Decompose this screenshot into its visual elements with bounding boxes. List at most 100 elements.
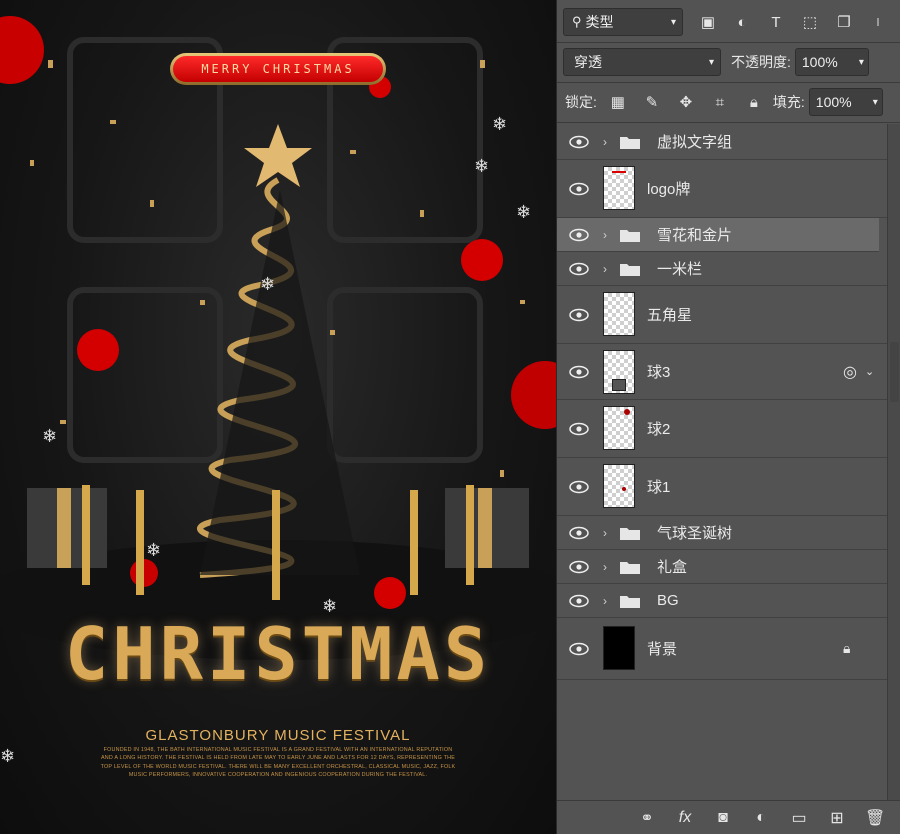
chevron-right-icon[interactable]: › bbox=[603, 594, 607, 608]
link-layers-icon[interactable]: ⚭ bbox=[637, 808, 657, 828]
layer-row[interactable]: 球1 bbox=[557, 458, 887, 516]
chevron-right-icon[interactable]: › bbox=[603, 262, 607, 276]
chevron-down-icon: ▾ bbox=[858, 56, 864, 68]
svg-text:❄: ❄ bbox=[146, 540, 161, 561]
lock-icon: 🔒︎ bbox=[843, 640, 851, 656]
eye-icon[interactable] bbox=[569, 365, 589, 379]
chevron-down-icon: ▾ bbox=[708, 56, 714, 68]
layer-name: 气球圣诞树 bbox=[657, 525, 733, 542]
layer-row[interactable]: › 虚拟文字组 bbox=[557, 124, 887, 160]
layer-row[interactable]: 五角星 bbox=[557, 286, 887, 344]
layer-thumbnail bbox=[603, 350, 635, 394]
svg-text:❄: ❄ bbox=[0, 746, 15, 767]
new-group-icon[interactable]: ▭ bbox=[789, 808, 809, 828]
layer-row[interactable]: 球3 ◎ ⌄ bbox=[557, 344, 887, 400]
layer-name: 球1 bbox=[647, 479, 671, 496]
layer-filter-value: 类型 bbox=[585, 14, 614, 30]
svg-text:❄: ❄ bbox=[260, 274, 275, 295]
layer-thumbnail bbox=[603, 166, 635, 210]
layers-footer: ⚭ fx ◙ ◐ ▭ ⊞ 🗑︎ bbox=[557, 800, 900, 834]
layer-row[interactable]: › BG bbox=[557, 584, 887, 618]
lock-artboard-icon[interactable]: ⌗ bbox=[709, 91, 731, 113]
layer-row[interactable]: › 礼盒 bbox=[557, 550, 887, 584]
layer-row-selected[interactable]: › 雪花和金片 bbox=[557, 218, 879, 252]
chevron-down-icon[interactable]: ⌄ bbox=[865, 365, 874, 378]
chevron-down-icon: ▾ bbox=[670, 16, 676, 28]
poster-artwork: ❄❄❄ ❄❄❄ ❄❄ bbox=[0, 16, 556, 767]
add-mask-icon[interactable]: ◙ bbox=[713, 809, 733, 827]
lock-pixels-icon[interactable]: ✎ bbox=[641, 91, 663, 113]
link-layer-icon[interactable]: ◎ bbox=[843, 362, 857, 382]
layer-row[interactable]: 球2 bbox=[557, 400, 887, 458]
eye-icon[interactable] bbox=[569, 308, 589, 322]
blend-mode-select[interactable]: 穿透 ▾ bbox=[563, 48, 721, 76]
layer-filter-select[interactable]: ⚲ 类型 ▾ bbox=[563, 8, 683, 36]
folder-icon bbox=[620, 229, 640, 242]
layer-name: 背景 bbox=[647, 641, 678, 658]
layer-row[interactable]: logo牌 bbox=[557, 160, 887, 218]
opacity-value: 100% bbox=[801, 54, 838, 70]
eye-icon[interactable] bbox=[569, 560, 589, 574]
svg-text:❄: ❄ bbox=[516, 202, 531, 223]
eye-icon[interactable] bbox=[569, 422, 589, 436]
layer-thumbnail bbox=[603, 292, 635, 336]
new-layer-icon[interactable]: ⊞ bbox=[827, 808, 847, 828]
lock-all-icon[interactable]: 🔒︎ bbox=[743, 91, 765, 113]
svg-text:❄: ❄ bbox=[492, 114, 507, 135]
svg-text:❄: ❄ bbox=[474, 156, 489, 177]
lock-transparency-icon[interactable]: ▦ bbox=[607, 91, 629, 113]
layer-name: 球3 bbox=[647, 364, 671, 381]
folder-icon bbox=[620, 263, 640, 276]
eye-icon[interactable] bbox=[569, 135, 589, 149]
lock-label: 锁定: bbox=[565, 94, 597, 110]
eye-icon[interactable] bbox=[569, 228, 589, 242]
layer-thumbnail bbox=[603, 406, 635, 450]
layer-name: BG bbox=[657, 592, 679, 609]
layer-name: 雪花和金片 bbox=[657, 227, 733, 244]
poster-title: CHRISTMAS bbox=[64, 612, 492, 696]
layer-name: 球2 bbox=[647, 421, 671, 438]
eye-icon[interactable] bbox=[569, 526, 589, 540]
layer-row[interactable]: › 一米栏 bbox=[557, 252, 887, 286]
filter-toggle-icon[interactable]: ⏽ bbox=[867, 11, 889, 33]
fill-field[interactable]: 100% ▾ bbox=[808, 88, 883, 116]
lock-position-icon[interactable]: ✥ bbox=[675, 91, 697, 113]
chevron-right-icon[interactable]: › bbox=[603, 560, 607, 574]
smart-object-filter-icon[interactable]: ❐ bbox=[833, 11, 855, 33]
chevron-right-icon[interactable]: › bbox=[603, 228, 607, 242]
shape-filter-icon[interactable]: ⬚ bbox=[799, 11, 821, 33]
eye-icon[interactable] bbox=[569, 182, 589, 196]
merry-christmas-badge: MERRY CHRISTMAS bbox=[170, 53, 386, 85]
layers-scrollbar[interactable] bbox=[887, 124, 900, 800]
layer-row[interactable]: › 气球圣诞树 bbox=[557, 516, 887, 550]
adjustment-filter-icon[interactable]: ◐ bbox=[731, 11, 753, 33]
eye-icon[interactable] bbox=[569, 480, 589, 494]
svg-text:❄: ❄ bbox=[42, 426, 57, 447]
layers-panel: ⚲ 类型 ▾ ▣ ◐ T ⬚ ❐ ⏽ 穿透 ▾ 不透明度: 100% ▾ 锁定:… bbox=[556, 0, 900, 834]
layer-thumbnail bbox=[603, 626, 635, 670]
eye-icon[interactable] bbox=[569, 642, 589, 656]
opacity-label: 不透明度: bbox=[731, 54, 791, 70]
chevron-right-icon[interactable]: › bbox=[603, 526, 607, 540]
layer-style-icon[interactable]: fx bbox=[675, 809, 695, 827]
festival-name: GLASTONBURY MUSIC FESTIVAL bbox=[145, 727, 411, 744]
layer-name: 礼盒 bbox=[657, 559, 688, 576]
scrollbar-thumb[interactable] bbox=[890, 342, 899, 402]
search-icon: ⚲ bbox=[572, 14, 582, 29]
adjustment-layer-icon[interactable]: ◐ bbox=[751, 809, 771, 827]
opacity-field[interactable]: 100% ▾ bbox=[794, 48, 869, 76]
eye-icon[interactable] bbox=[569, 262, 589, 276]
layer-name: 五角星 bbox=[647, 307, 693, 324]
festival-blurb: FOUNDED IN 1948, THE BATH INTERNATIONAL … bbox=[100, 747, 456, 779]
fill-value: 100% bbox=[815, 94, 852, 110]
trash-icon[interactable]: 🗑︎ bbox=[865, 808, 885, 828]
layer-row[interactable]: 背景 🔒︎ bbox=[557, 618, 887, 680]
layer-name: 一米栏 bbox=[657, 261, 703, 278]
image-filter-icon[interactable]: ▣ bbox=[697, 11, 719, 33]
type-filter-icon[interactable]: T bbox=[765, 11, 787, 33]
eye-icon[interactable] bbox=[569, 594, 589, 608]
folder-icon bbox=[620, 136, 640, 149]
fill-label: 填充: bbox=[772, 94, 805, 110]
chevron-right-icon[interactable]: › bbox=[603, 135, 607, 149]
document-canvas[interactable]: ❄ ❄ ❄ ❄ ❄ ❄ ❄ ❄ MERRY CHRISTMAS CHRISTMAS GLA… bbox=[0, 0, 556, 834]
